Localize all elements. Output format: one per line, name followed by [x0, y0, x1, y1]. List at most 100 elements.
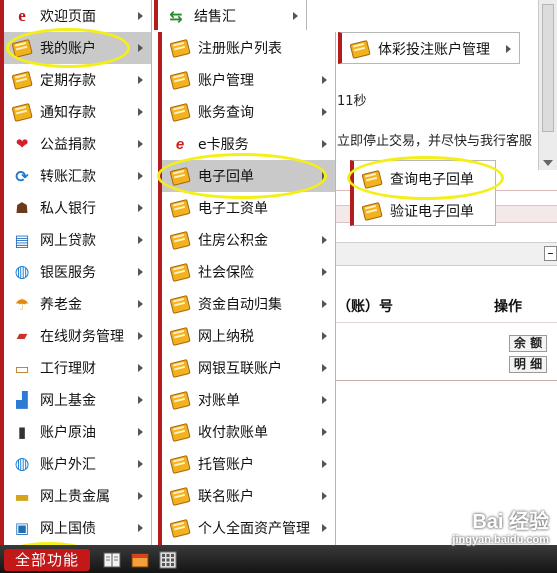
chevron-right-icon	[138, 492, 143, 500]
chevron-right-icon	[322, 332, 327, 340]
menu-item-label: 结售汇	[194, 9, 236, 25]
menu-item-l2-9[interactable]: 网上纳税	[162, 320, 335, 352]
balance-button[interactable]: 余 额	[509, 335, 547, 352]
book-icon	[170, 294, 190, 314]
menu-item-l2-8[interactable]: 资金自动归集	[162, 288, 335, 320]
menu-item-label: 养老金	[40, 297, 82, 313]
menu-item-l1-11[interactable]: ▭ 工行理财	[4, 352, 151, 384]
menu-item-l2-11[interactable]: 对账单	[162, 384, 335, 416]
chevron-right-icon	[322, 524, 327, 532]
menu-item-l2-0[interactable]: 注册账户列表	[162, 32, 335, 64]
umbrella-icon: ☂	[14, 294, 30, 314]
menu-item-l1-15[interactable]: ▬ 网上贵金属	[4, 480, 151, 512]
chevron-right-icon	[322, 108, 327, 116]
oil-icon: ▮	[17, 423, 27, 441]
book-icon	[170, 518, 190, 538]
menu-item-label: 账户原油	[40, 425, 96, 441]
menu-item-l2-14[interactable]: 联名账户	[162, 480, 335, 512]
bond-icon: ▣	[14, 519, 30, 537]
security-warning-text: 立即停止交易，并尽快与我行客服	[337, 134, 533, 149]
menu-item-l1-0[interactable]: e 欢迎页面	[4, 0, 151, 32]
exchange-icon: ⇆	[169, 6, 183, 26]
menu-item-l1-1[interactable]: 我的账户	[4, 32, 151, 64]
e-logo-icon: e	[18, 6, 26, 25]
menu-item-l1-3[interactable]: 通知存款	[4, 96, 151, 128]
book-icon[interactable]	[103, 551, 121, 569]
taskbar: 全部功能	[0, 545, 557, 573]
book-icon	[350, 39, 370, 59]
chevron-right-icon	[138, 460, 143, 468]
header-divider	[336, 322, 557, 323]
menu-item-l2-2[interactable]: 账务查询	[162, 96, 335, 128]
transfer-icon: ⟳	[15, 166, 29, 186]
chevron-right-icon	[138, 364, 143, 372]
menu-item-l3-1[interactable]: 验证电子回单	[354, 195, 495, 227]
menu-item-l3-0[interactable]: 查询电子回单	[354, 163, 495, 195]
menu-item-l1-13[interactable]: ▮ 账户原油	[4, 416, 151, 448]
menu-item-l2-7[interactable]: 社会保险	[162, 256, 335, 288]
menu-item-l1-7[interactable]: ▤ 网上贷款	[4, 224, 151, 256]
scroll-down-icon[interactable]	[543, 160, 553, 166]
page-scrollbar[interactable]	[538, 0, 557, 170]
chevron-right-icon	[506, 45, 511, 53]
menu-item-label: 我的账户	[40, 41, 96, 57]
menu-item-l1-2[interactable]: 定期存款	[4, 64, 151, 96]
wallet-icon: ▭	[14, 358, 30, 378]
menu-item-l2-13[interactable]: 托管账户	[162, 448, 335, 480]
menu-item-l2-5[interactable]: 电子工资单	[162, 192, 335, 224]
book-icon	[170, 102, 190, 122]
menu-item-label: 网上国债	[40, 521, 96, 537]
chevron-right-icon	[322, 140, 327, 148]
gold-icon: ▬	[14, 486, 30, 506]
menu-item-label: 电子回单	[198, 169, 254, 185]
watermark: Bai 经验 jingyan.baidu.com	[452, 505, 549, 546]
chevron-right-icon	[138, 76, 143, 84]
menu-item-label: 公益捐款	[40, 137, 96, 153]
menu-item-l3-top[interactable]: 体彩投注账户管理	[342, 33, 519, 65]
menu-item-l1-9[interactable]: ☂ 养老金	[4, 288, 151, 320]
person-icon: ☗	[15, 199, 29, 217]
menu-item-label: 网上贵金属	[40, 489, 110, 505]
detail-button[interactable]: 明 细	[509, 356, 547, 373]
menu-item-label: 私人银行	[40, 201, 96, 217]
menu-item-label: 网上基金	[40, 393, 96, 409]
menu-item-l2-4[interactable]: 电子回单	[162, 160, 335, 192]
menu-item-label: 个人全面资产管理	[198, 521, 310, 537]
heart-gift-icon: ❤	[15, 135, 29, 153]
menu-item-l1-6[interactable]: ☗ 私人银行	[4, 192, 151, 224]
menu-item-l2-15[interactable]: 个人全面资产管理	[162, 512, 335, 544]
menu-item-l1-10[interactable]: ▰ 在线财务管理	[4, 320, 151, 352]
chevron-right-icon	[138, 332, 143, 340]
grid-icon[interactable]	[159, 551, 177, 569]
chevron-right-icon	[138, 44, 143, 52]
menu-item-l1-14[interactable]: ◍ 账户外汇	[4, 448, 151, 480]
collapse-button[interactable]: –	[544, 246, 557, 261]
scrollbar-thumb[interactable]	[542, 4, 554, 132]
book-icon	[12, 102, 32, 122]
chevron-right-icon	[322, 364, 327, 372]
menu-item-l2-1[interactable]: 账户管理	[162, 64, 335, 96]
chevron-right-icon	[293, 12, 298, 20]
menu-item-l2-top[interactable]: ⇆ 结售汇	[158, 0, 306, 32]
book-icon	[170, 70, 190, 90]
menu-item-l1-12[interactable]: ▟ 网上基金	[4, 384, 151, 416]
chevron-right-icon	[322, 460, 327, 468]
menu-item-l1-4[interactable]: ❤ 公益捐款	[4, 128, 151, 160]
book-icon	[170, 262, 190, 282]
book-icon	[170, 230, 190, 250]
all-functions-button[interactable]: 全部功能	[4, 549, 90, 571]
menu-item-l1-5[interactable]: ⟳ 转账汇款	[4, 160, 151, 192]
menu-item-l2-6[interactable]: 住房公积金	[162, 224, 335, 256]
window-icon[interactable]	[131, 551, 149, 569]
menu-item-l2-10[interactable]: 网银互联账户	[162, 352, 335, 384]
menu-item-l1-8[interactable]: ◍ 银医服务	[4, 256, 151, 288]
menu-item-l1-16[interactable]: ▣ 网上国债	[4, 512, 151, 544]
menu-item-l2-3[interactable]: e e卡服务	[162, 128, 335, 160]
menu-item-label: 收付款账单	[198, 425, 268, 441]
menu-item-label: 住房公积金	[198, 233, 268, 249]
chevron-right-icon	[322, 268, 327, 276]
menu-item-l2-12[interactable]: 收付款账单	[162, 416, 335, 448]
menu-item-label: 转账汇款	[40, 169, 96, 185]
book-icon	[12, 70, 32, 90]
book-icon	[170, 198, 190, 218]
